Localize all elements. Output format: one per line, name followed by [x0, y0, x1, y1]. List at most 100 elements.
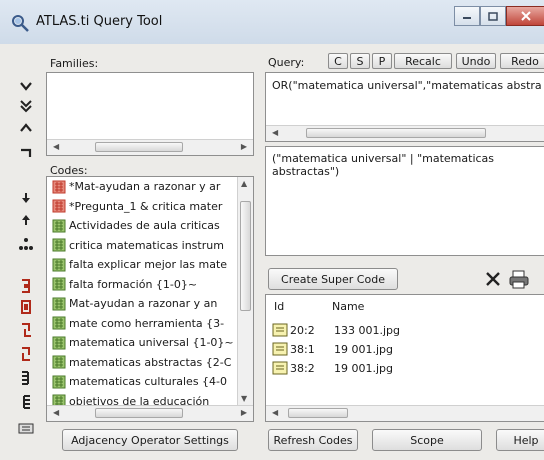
code-list-item[interactable]: falta formación {1-0}~ — [47, 275, 237, 295]
result-row[interactable]: 20:2 133 001.jpg — [266, 321, 544, 339]
recalc-button[interactable]: Recalc — [394, 53, 452, 69]
follows-operator-button[interactable] — [16, 368, 36, 388]
code-label: matematica universal {1-0}~ — [69, 336, 234, 350]
code-label: matematicas culturales {4-0 — [69, 375, 228, 389]
settings-operator-button[interactable] — [16, 418, 36, 438]
codes-scroll-thumb[interactable] — [240, 201, 251, 311]
red-code-icon — [52, 180, 66, 194]
keyboard-icon — [18, 423, 34, 434]
code-icon — [52, 375, 66, 389]
result-row[interactable]: 38:2 19 001.jpg — [266, 359, 544, 377]
code-icon — [52, 297, 66, 311]
code-list-item[interactable]: matematicas culturales {4-0 — [47, 372, 237, 392]
minimize-button[interactable] — [454, 6, 480, 26]
code-list-item[interactable]: objetivos de la educación — [47, 392, 237, 405]
redo-button[interactable]: Redo — [500, 53, 544, 69]
close-icon — [486, 272, 500, 286]
results-table[interactable]: Id Name 20:2 133 001.jpg 38:1 19 001.jpg 38:… — [265, 294, 544, 422]
code-label: falta formación {1-0}~ — [69, 277, 198, 291]
maximize-button[interactable] — [480, 6, 506, 26]
printer-icon — [509, 270, 529, 289]
undo-button[interactable]: Undo — [456, 53, 496, 69]
code-icon — [52, 316, 66, 330]
query-scroll-thumb[interactable] — [306, 128, 486, 138]
scroll-right-icon: ▶ — [240, 408, 247, 417]
query-hscrollbar[interactable]: ◀ — [266, 125, 544, 141]
result-name: 19 001.jpg — [334, 342, 394, 356]
refresh-codes-button[interactable]: Refresh Codes — [268, 429, 358, 451]
result-name: 133 001.jpg — [334, 323, 401, 337]
c-button[interactable]: C — [328, 53, 348, 69]
create-super-code-button[interactable]: Create Super Code — [268, 268, 398, 290]
code-icon — [52, 238, 66, 252]
maximize-icon — [488, 11, 498, 21]
follows-icon — [22, 371, 29, 385]
up-operator-button[interactable] — [16, 210, 36, 230]
families-list[interactable]: ◀ ▶ — [46, 72, 254, 156]
arrow-down-icon — [22, 193, 30, 203]
result-id: 20:2 — [290, 323, 315, 337]
scroll-left-icon: ◀ — [53, 408, 60, 417]
families-scroll-thumb[interactable] — [95, 142, 183, 152]
encloses-operator-button[interactable] — [16, 297, 36, 317]
result-id: 38:1 — [290, 342, 315, 356]
code-label: mate como herramienta {3- — [69, 316, 225, 330]
overlapped-by-operator-button[interactable] — [16, 320, 36, 340]
window-controls — [454, 6, 544, 28]
hierarchy-icon — [19, 238, 33, 250]
code-label: Mat-ayudan a razonar y an — [69, 297, 218, 311]
within-operator-icon — [22, 279, 30, 293]
within-operator-button[interactable] — [16, 276, 36, 296]
help-button[interactable]: Help — [496, 429, 544, 451]
codes-hscrollbar[interactable]: ◀ ▶ — [47, 405, 253, 421]
query-text-panel[interactable]: ("matematica universal" | "matematicas a… — [265, 146, 544, 256]
scroll-left-icon: ◀ — [53, 142, 60, 151]
code-list-item[interactable]: matematica universal {1-0}~ — [47, 333, 237, 353]
code-label: Actividades de aula criticas — [69, 219, 220, 233]
code-list-item[interactable]: Actividades de aula criticas — [47, 216, 237, 236]
code-list-item[interactable]: Mat-ayudan a razonar y an — [47, 294, 237, 314]
code-list-item[interactable]: falta explicar mejor las mate — [47, 255, 237, 275]
code-list-item[interactable]: *Mat-ayudan a razonar y ar — [47, 177, 237, 197]
p-button[interactable]: P — [372, 53, 392, 69]
query-toolbar: C S P Recalc Undo Redo — [0, 48, 544, 72]
result-row[interactable]: 38:1 19 001.jpg — [266, 340, 544, 358]
codes-list[interactable]: *Mat-ayudan a razonar y ar *Pregunta_1 & … — [46, 176, 254, 422]
not-operator-icon — [21, 148, 32, 157]
delete-button[interactable] — [484, 270, 502, 288]
close-icon — [521, 11, 531, 21]
code-list-item[interactable]: *Pregunta_1 & critica mater — [47, 197, 237, 217]
results-scroll-thumb[interactable] — [288, 408, 348, 418]
print-button[interactable] — [508, 269, 530, 289]
precedes-operator-button[interactable] — [16, 392, 36, 412]
code-list-item[interactable]: matematicas abstractas {2-C — [47, 353, 237, 373]
codes-vscrollbar[interactable]: ▲ ▼ — [237, 177, 253, 405]
code-list-item[interactable]: critica matematicas instrum — [47, 236, 237, 256]
or-operator-button[interactable] — [16, 76, 36, 96]
scroll-right-icon: ▶ — [240, 142, 247, 151]
minimize-icon — [463, 17, 471, 19]
not-operator-button[interactable] — [16, 143, 36, 163]
scroll-left-icon: ◀ — [272, 128, 279, 137]
codes-hscroll-thumb[interactable] — [95, 408, 183, 418]
adjacency-operator-settings-button[interactable]: Adjacency Operator Settings — [62, 429, 238, 451]
code-list-item[interactable]: mate como herramienta {3- — [47, 314, 237, 334]
code-icon — [52, 336, 66, 350]
scroll-up-icon: ▲ — [241, 179, 248, 188]
overlaps-operator-button[interactable] — [16, 344, 36, 364]
and-operator-button[interactable] — [16, 118, 36, 138]
close-button[interactable] — [506, 6, 544, 26]
families-hscrollbar[interactable]: ◀ ▶ — [47, 139, 253, 155]
s-button[interactable]: S — [350, 53, 370, 69]
xor-operator-button[interactable] — [16, 96, 36, 116]
scroll-down-icon: ▼ — [241, 394, 248, 403]
arrow-up-icon — [22, 215, 30, 225]
document-icon — [272, 342, 288, 356]
code-label: *Pregunta_1 & critica mater — [69, 199, 223, 213]
sub-operator-button[interactable] — [16, 188, 36, 208]
results-hscrollbar[interactable]: ◀ — [266, 405, 544, 421]
document-icon — [272, 323, 288, 337]
siblings-operator-button[interactable] — [16, 234, 36, 254]
scope-button[interactable]: Scope — [372, 429, 482, 451]
query-expression-panel[interactable]: OR("matematica universal","matematicas a… — [265, 72, 544, 142]
